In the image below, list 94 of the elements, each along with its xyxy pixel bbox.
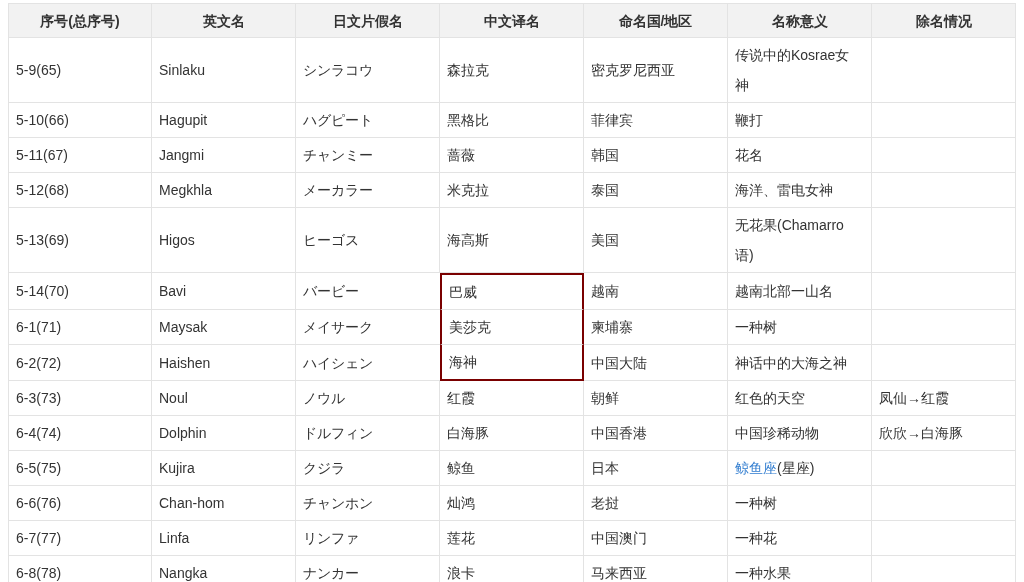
table-cell: Megkhla xyxy=(152,173,296,208)
table-cell: 灿鸿 xyxy=(440,486,584,521)
table-cell: 5-13(69) xyxy=(8,208,152,273)
column-header: 序号(总序号) xyxy=(8,3,152,38)
table-cell: 菲律宾 xyxy=(584,103,728,138)
table-cell: Maysak xyxy=(152,310,296,345)
table-cell: Higos xyxy=(152,208,296,273)
table-cell: チャンミー xyxy=(296,138,440,173)
table-cell: 6-2(72) xyxy=(8,345,152,381)
table-cell: 美国 xyxy=(584,208,728,273)
table-cell: Chan-hom xyxy=(152,486,296,521)
table-cell: Jangmi xyxy=(152,138,296,173)
table-cell: 柬埔寨 xyxy=(584,310,728,345)
table-cell: バービー xyxy=(296,273,440,310)
table-cell: ヒーゴス xyxy=(296,208,440,273)
table-cell: 中国香港 xyxy=(584,416,728,451)
table-cell: 6-7(77) xyxy=(8,521,152,556)
table-cell: 中国澳门 xyxy=(584,521,728,556)
table-cell: 一种水果 xyxy=(728,556,872,582)
table-cell: 朝鲜 xyxy=(584,381,728,416)
column-header: 日文片假名 xyxy=(296,3,440,38)
table-cell: 美莎克 xyxy=(440,310,584,345)
column-header: 命名国/地区 xyxy=(584,3,728,38)
table-cell: 海高斯 xyxy=(440,208,584,273)
table-cell: 海洋、雷电女神 xyxy=(728,173,872,208)
table-cell: 一种树 xyxy=(728,310,872,345)
column-header: 除名情况 xyxy=(872,3,1016,38)
table-cell: 欣欣→白海豚 xyxy=(872,416,1016,451)
table-cell: 海神 xyxy=(440,345,584,381)
table-cell: ナンカー xyxy=(296,556,440,582)
table-cell: メーカラー xyxy=(296,173,440,208)
table-cell: 白海豚 xyxy=(440,416,584,451)
table-cell: 莲花 xyxy=(440,521,584,556)
table-cell: 6-8(78) xyxy=(8,556,152,582)
table-cell: 无花果(Chamarro语) xyxy=(728,208,872,273)
table-cell: ノウル xyxy=(296,381,440,416)
table-cell: 越南 xyxy=(584,273,728,310)
column-header: 英文名 xyxy=(152,3,296,38)
table-cell: 密克罗尼西亚 xyxy=(584,38,728,103)
table-cell: 鲸鱼 xyxy=(440,451,584,486)
table-cell: メイサーク xyxy=(296,310,440,345)
table-cell: 5-10(66) xyxy=(8,103,152,138)
table-cell: リンファ xyxy=(296,521,440,556)
table-cell: シンラコウ xyxy=(296,38,440,103)
column-header: 中文译名 xyxy=(440,3,584,38)
table-cell: Bavi xyxy=(152,273,296,310)
table-cell: Haishen xyxy=(152,345,296,381)
table-cell: Sinlaku xyxy=(152,38,296,103)
table-cell: 5-14(70) xyxy=(8,273,152,310)
link[interactable]: 鲸鱼座 xyxy=(735,460,777,476)
table-cell: 巴威 xyxy=(440,273,584,310)
table-cell: 越南北部一山名 xyxy=(728,273,872,310)
table-cell: クジラ xyxy=(296,451,440,486)
table-cell: 日本 xyxy=(584,451,728,486)
table-cell: 凤仙→红霞 xyxy=(872,381,1016,416)
table-cell: 中国珍稀动物 xyxy=(728,416,872,451)
table-cell: ハグピート xyxy=(296,103,440,138)
table-cell: 6-4(74) xyxy=(8,416,152,451)
table-cell: 老挝 xyxy=(584,486,728,521)
table-cell: 6-5(75) xyxy=(8,451,152,486)
table-cell: 红色的天空 xyxy=(728,381,872,416)
table-cell: 6-3(73) xyxy=(8,381,152,416)
table-cell: Nangka xyxy=(152,556,296,582)
table-cell: 中国大陆 xyxy=(584,345,728,381)
table-cell: Dolphin xyxy=(152,416,296,451)
table-cell: Hagupit xyxy=(152,103,296,138)
table-cell: 神话中的大海之神 xyxy=(728,345,872,381)
table-cell: 红霞 xyxy=(440,381,584,416)
table-cell: 马来西亚 xyxy=(584,556,728,582)
table-cell: 一种花 xyxy=(728,521,872,556)
table-cell: 鞭打 xyxy=(728,103,872,138)
table-cell: 5-12(68) xyxy=(8,173,152,208)
table-cell: 韩国 xyxy=(584,138,728,173)
table-cell: 蔷薇 xyxy=(440,138,584,173)
table-cell: 黑格比 xyxy=(440,103,584,138)
table-cell: Noul xyxy=(152,381,296,416)
table-cell: Linfa xyxy=(152,521,296,556)
cell-text: (星座) xyxy=(777,460,815,476)
table-cell: Kujira xyxy=(152,451,296,486)
table-cell: 森拉克 xyxy=(440,38,584,103)
table-cell: 米克拉 xyxy=(440,173,584,208)
table-cell: 浪卡 xyxy=(440,556,584,582)
table-cell: チャンホン xyxy=(296,486,440,521)
table-cell: 5-9(65) xyxy=(8,38,152,103)
table-cell: 5-11(67) xyxy=(8,138,152,173)
table-cell: 6-6(76) xyxy=(8,486,152,521)
table-cell: ドルフィン xyxy=(296,416,440,451)
table-cell: ハイシェン xyxy=(296,345,440,381)
table-cell: 花名 xyxy=(728,138,872,173)
table-cell: 传说中的Kosrae女神 xyxy=(728,38,872,103)
column-header: 名称意义 xyxy=(728,3,872,38)
table-cell: 泰国 xyxy=(584,173,728,208)
table-cell: 6-1(71) xyxy=(8,310,152,345)
table-cell: 一种树 xyxy=(728,486,872,521)
